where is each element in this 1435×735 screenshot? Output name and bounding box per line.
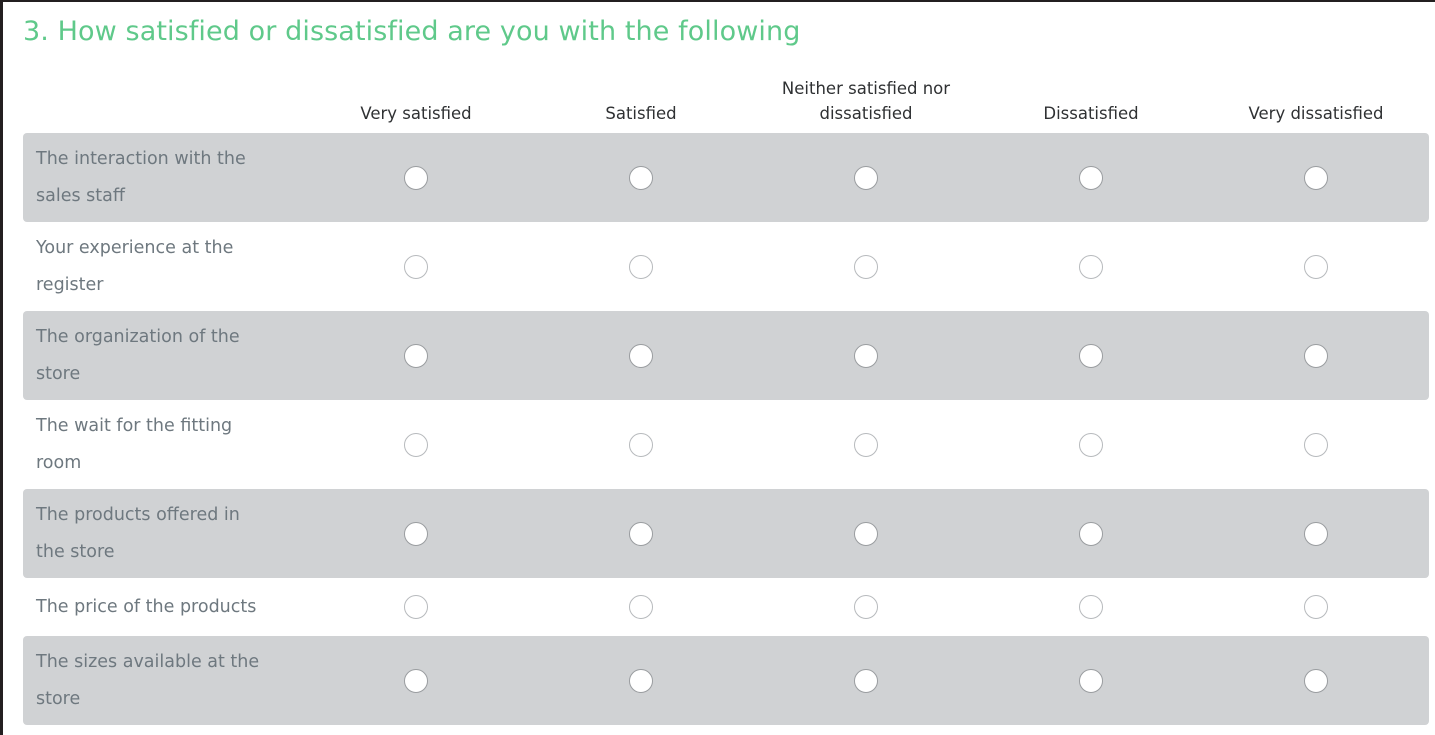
radio-row4-satisfied[interactable] — [629, 521, 653, 546]
row-label-line: The sizes available at the — [36, 651, 260, 672]
column-header-line: Very satisfied — [360, 104, 472, 123]
row-label-line: Your experience at the — [36, 237, 234, 258]
radio-row1-dissatisfied[interactable] — [1079, 254, 1103, 279]
radio-row0-very-satisfied[interactable] — [404, 165, 428, 190]
table-row: The products offered in the store — [23, 489, 1429, 578]
radio-row2-satisfied[interactable] — [629, 343, 653, 368]
row-label-line: The price of the products — [36, 596, 257, 617]
row-label-line: sales staff — [36, 185, 125, 206]
radio-row5-very-satisfied[interactable] — [404, 595, 428, 619]
radio-row5-neither[interactable] — [854, 595, 878, 619]
radio-row3-dissatisfied[interactable] — [1079, 432, 1103, 457]
row-label-line: The wait for the fitting — [36, 415, 233, 436]
matrix-rows: The interaction with the sales staff You… — [23, 133, 1429, 725]
table-row: The price of the products — [23, 578, 1429, 636]
radio-row1-very-dissatisfied[interactable] — [1304, 254, 1328, 279]
radio-row2-very-satisfied[interactable] — [404, 343, 428, 368]
row-label-line: store — [36, 688, 81, 709]
radio-row6-satisfied[interactable] — [629, 668, 653, 693]
column-header-line: dissatisfied — [819, 104, 913, 123]
radio-row3-neither[interactable] — [854, 432, 878, 457]
table-row: The interaction with the sales staff — [23, 133, 1429, 222]
column-header-dissatisfied: Dissatisfied — [986, 101, 1196, 126]
table-row: The organization of the store — [23, 311, 1429, 400]
row-label-line: the store — [36, 541, 115, 562]
column-header-line: Very dissatisfied — [1248, 104, 1384, 123]
radio-row3-very-dissatisfied[interactable] — [1304, 432, 1328, 457]
row-label-products-offered: The products offered in the store — [36, 489, 298, 578]
radio-row6-very-satisfied[interactable] — [404, 668, 428, 693]
column-header-line: Dissatisfied — [1043, 104, 1139, 123]
column-header-very-dissatisfied: Very dissatisfied — [1211, 101, 1421, 126]
row-label-wait-fitting-room: The wait for the fitting room — [36, 400, 298, 489]
radio-row4-neither[interactable] — [854, 521, 878, 546]
row-label-line: The products offered in — [36, 504, 240, 525]
row-label-organization-store: The organization of the store — [36, 311, 298, 400]
row-label-sizes-available: The sizes available at the store — [36, 636, 298, 725]
row-label-price-products: The price of the products — [36, 578, 298, 636]
column-header-satisfied: Satisfied — [536, 101, 746, 126]
radio-row2-dissatisfied[interactable] — [1079, 343, 1103, 368]
radio-row4-very-dissatisfied[interactable] — [1304, 521, 1328, 546]
satisfaction-matrix: Very satisfied Satisfied Neither satisfi… — [23, 70, 1429, 725]
radio-row6-dissatisfied[interactable] — [1079, 668, 1103, 693]
radio-row3-very-satisfied[interactable] — [404, 432, 428, 457]
column-header-line: Satisfied — [605, 104, 677, 123]
row-label-line: register — [36, 274, 104, 295]
table-row: Your experience at the register — [23, 222, 1429, 311]
radio-row1-very-satisfied[interactable] — [404, 254, 428, 279]
radio-row2-neither[interactable] — [854, 343, 878, 368]
radio-row2-very-dissatisfied[interactable] — [1304, 343, 1328, 368]
column-header-line: Neither satisfied nor — [781, 79, 951, 98]
radio-row4-very-satisfied[interactable] — [404, 521, 428, 546]
column-header-very-satisfied: Very satisfied — [311, 101, 521, 126]
row-label-line: store — [36, 363, 81, 384]
radio-row6-neither[interactable] — [854, 668, 878, 693]
column-header-neither: Neither satisfied nor dissatisfied — [761, 76, 971, 126]
page-title: 3. How satisfied or dissatisfied are you… — [23, 16, 801, 47]
radio-row5-satisfied[interactable] — [629, 595, 653, 619]
radio-row5-very-dissatisfied[interactable] — [1304, 595, 1328, 619]
radio-row0-dissatisfied[interactable] — [1079, 165, 1103, 190]
row-label-experience-register: Your experience at the register — [36, 222, 298, 311]
radio-row1-satisfied[interactable] — [629, 254, 653, 279]
matrix-column-headers: Very satisfied Satisfied Neither satisfi… — [23, 70, 1429, 133]
radio-row3-satisfied[interactable] — [629, 432, 653, 457]
row-label-line: The interaction with the — [36, 148, 246, 169]
row-label-line: room — [36, 452, 82, 473]
radio-row0-neither[interactable] — [854, 165, 878, 190]
radio-row1-neither[interactable] — [854, 254, 878, 279]
survey-question-page: 3. How satisfied or dissatisfied are you… — [0, 0, 1435, 735]
radio-row0-very-dissatisfied[interactable] — [1304, 165, 1328, 190]
radio-row6-very-dissatisfied[interactable] — [1304, 668, 1328, 693]
row-label-interaction-sales-staff: The interaction with the sales staff — [36, 133, 298, 222]
radio-row4-dissatisfied[interactable] — [1079, 521, 1103, 546]
row-label-line: The organization of the — [36, 326, 240, 347]
table-row: The sizes available at the store — [23, 636, 1429, 725]
radio-row5-dissatisfied[interactable] — [1079, 595, 1103, 619]
table-row: The wait for the fitting room — [23, 400, 1429, 489]
radio-row0-satisfied[interactable] — [629, 165, 653, 190]
